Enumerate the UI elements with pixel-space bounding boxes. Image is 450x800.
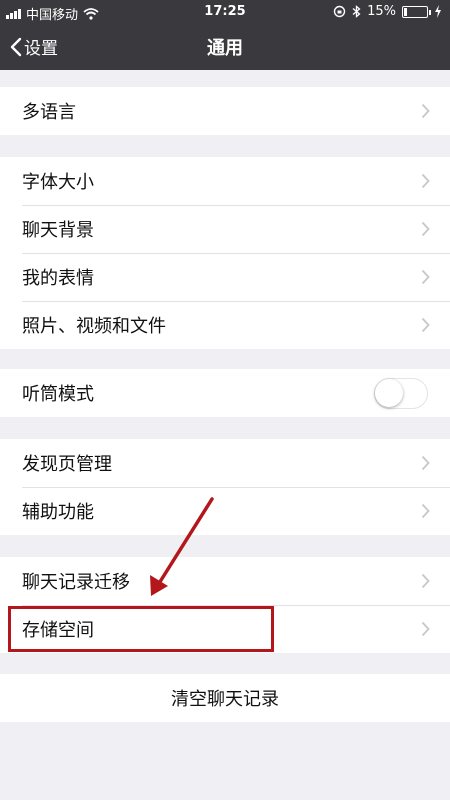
row-label: 我的表情 (22, 268, 94, 289)
chevron-right-icon (421, 455, 430, 471)
row-label: 存储空间 (22, 620, 94, 641)
row-label: 多语言 (22, 102, 76, 123)
row-label: 照片、视频和文件 (22, 316, 166, 337)
clear-chat-history-button[interactable]: 清空聊天记录 (0, 674, 450, 722)
back-button[interactable]: 设置 (10, 34, 58, 59)
chevron-right-icon (421, 173, 430, 189)
earpiece-mode-toggle[interactable] (374, 378, 428, 409)
clear-chat-label: 清空聊天记录 (171, 689, 279, 710)
row-discover-management[interactable]: 发现页管理 (0, 439, 450, 487)
top-bar: 中国移动 17:25 15% 设置 通用 (0, 0, 450, 70)
row-accessibility[interactable]: 辅助功能 (0, 487, 450, 535)
navigation-bar: 设置 通用 (0, 24, 450, 70)
row-label: 聊天记录迁移 (22, 572, 130, 593)
group-discover: 发现页管理 辅助功能 (0, 439, 450, 535)
charging-icon (435, 5, 441, 18)
row-language[interactable]: 多语言 (0, 87, 450, 135)
row-chat-history-migration[interactable]: 聊天记录迁移 (0, 557, 450, 605)
chevron-right-icon (421, 317, 430, 333)
chevron-right-icon (421, 269, 430, 285)
row-label: 听筒模式 (22, 384, 94, 405)
group-clear-chat: 清空聊天记录 (0, 674, 450, 722)
status-bar: 中国移动 17:25 15% (0, 0, 450, 24)
group-display: 字体大小 聊天背景 我的表情 照片、视频和文件 (0, 157, 450, 349)
battery-icon (402, 5, 431, 18)
row-label: 辅助功能 (22, 502, 94, 523)
chevron-right-icon (421, 621, 430, 637)
row-chat-background[interactable]: 聊天背景 (0, 205, 450, 253)
group-earpiece: 听筒模式 (0, 369, 450, 417)
row-label: 聊天背景 (22, 220, 94, 241)
battery-percent: 15% (367, 4, 396, 19)
chevron-right-icon (421, 221, 430, 237)
page-title: 通用 (207, 38, 243, 59)
row-earpiece-mode: 听筒模式 (0, 369, 450, 417)
bluetooth-icon (352, 5, 361, 18)
group-language: 多语言 (0, 87, 450, 135)
orientation-lock-icon (333, 5, 346, 18)
back-label: 设置 (24, 39, 58, 59)
chevron-left-icon (10, 37, 22, 56)
chevron-right-icon (421, 573, 430, 589)
row-label: 发现页管理 (22, 454, 112, 475)
group-storage: 聊天记录迁移 存储空间 (0, 557, 450, 653)
row-font-size[interactable]: 字体大小 (0, 157, 450, 205)
chevron-right-icon (421, 103, 430, 119)
row-storage-space[interactable]: 存储空间 (0, 605, 450, 653)
row-label: 字体大小 (22, 172, 94, 193)
toggle-knob (375, 379, 403, 407)
row-photos-videos-files[interactable]: 照片、视频和文件 (0, 301, 450, 349)
row-my-stickers[interactable]: 我的表情 (0, 253, 450, 301)
chevron-right-icon (421, 503, 430, 519)
